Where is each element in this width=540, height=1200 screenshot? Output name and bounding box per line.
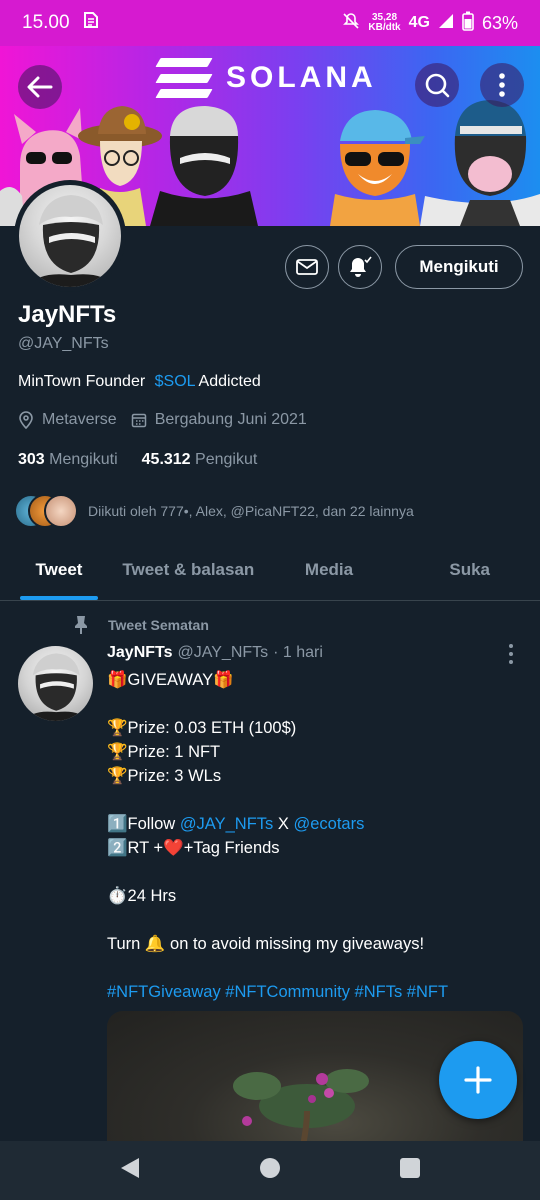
followed-by-text: Diikuti oleh 777•, Alex, @PicaNFT22, dan… [88, 503, 414, 519]
notifications-button[interactable] [338, 245, 382, 289]
tweet-text: 1️⃣Follow [107, 815, 180, 833]
profile-name: JayNFTs [18, 301, 117, 328]
solana-logo-text: SOLANA [226, 61, 377, 94]
tweet-line: 🏆Prize: 1 NFT [107, 743, 221, 761]
net-speed: 35,28 KB/dtk [368, 13, 400, 33]
tweet-time: · 1 hari [273, 644, 323, 661]
tweet-line: 1️⃣Follow @JAY_NFTs X @ecotars [107, 812, 517, 836]
joined-text: Bergabung Juni 2021 [154, 411, 307, 428]
bio-text-suffix: Addicted [194, 373, 261, 390]
tweet-line: 🏆Prize: 3 WLs [107, 767, 222, 785]
follower-avatar [44, 494, 78, 528]
tweet-body: 🎁GIVEAWAY🎁 🏆Prize: 0.03 ETH (100$) 🏆Priz… [107, 668, 517, 1004]
plus-icon [464, 1066, 492, 1094]
tweet-text: X [273, 815, 294, 833]
network-type: 4G [408, 14, 430, 31]
following-label: Mengikuti [49, 451, 118, 468]
battery-icon [462, 11, 474, 36]
profile-avatar[interactable] [14, 180, 126, 292]
nav-recents-button[interactable] [399, 1157, 421, 1184]
profile-location: Metaverse [18, 411, 117, 429]
profile-joined: Bergabung Juni 2021 [131, 411, 307, 429]
tweet-line: 2️⃣RT +❤️+Tag Friends [107, 839, 280, 857]
solana-logo: SOLANA [155, 58, 377, 98]
profile-handle: @JAY_NFTs [18, 335, 109, 352]
mute-icon [342, 12, 360, 35]
tweet-line: Turn 🔔 on to avoid missing my giveaways! [107, 935, 425, 953]
system-nav-bar [0, 1141, 540, 1200]
calendar-icon [131, 413, 146, 428]
triangle-back-icon [121, 1158, 139, 1178]
back-button[interactable] [18, 65, 62, 109]
mention-link[interactable]: @JAY_NFTs [180, 815, 273, 833]
pinned-text: Tweet Sematan [108, 617, 209, 633]
following-button[interactable]: Mengikuti [395, 245, 523, 289]
profile-bio: MinTown Founder $SOL Addicted [18, 373, 261, 391]
followed-by-avatars [14, 494, 80, 528]
pinned-tweet-label: Tweet Sematan [72, 615, 209, 635]
profile-meta: Metaverse Bergabung Juni 2021 [18, 411, 313, 429]
profile-tabs: Tweet Tweet & balasan Media Suka [0, 540, 540, 601]
bell-check-icon [350, 256, 372, 277]
compose-tweet-button[interactable] [439, 1041, 517, 1119]
tweet-line: ⏱️24 Hrs [107, 887, 177, 905]
tab-media[interactable]: Media [259, 540, 400, 600]
status-time: 15.00 [22, 12, 70, 33]
search-icon [425, 73, 450, 98]
bio-cashtag-link[interactable]: $SOL [150, 373, 195, 390]
nav-back-button[interactable] [119, 1156, 141, 1185]
tweet-author-handle[interactable]: @JAY_NFTs [178, 644, 269, 662]
nav-home-button[interactable] [259, 1157, 281, 1184]
tab-tweet[interactable]: Tweet [0, 540, 118, 600]
arrow-left-icon [27, 76, 53, 98]
avatar-masked-figure-image [23, 653, 89, 721]
followers-label: Pengikut [195, 451, 258, 468]
followed-by[interactable]: Diikuti oleh 777•, Alex, @PicaNFT22, dan… [14, 494, 414, 528]
mail-icon [296, 259, 318, 275]
following-stat[interactable]: 303 Mengikuti [18, 451, 118, 469]
search-button[interactable] [415, 63, 459, 107]
avatar-masked-figure-image [27, 195, 115, 287]
more-options-button[interactable] [480, 63, 524, 107]
circle-home-icon [260, 1158, 280, 1178]
followers-stat[interactable]: 45.312 Pengikut [142, 451, 258, 469]
sim-icon [82, 11, 100, 35]
message-button[interactable] [285, 245, 329, 289]
status-bar: 15.00 35,28 KB/dtk 4G 63% [0, 0, 540, 46]
mention-link[interactable]: @ecotars [293, 815, 364, 833]
net-speed-unit: KB/dtk [368, 22, 401, 33]
vertical-dots-icon [499, 73, 505, 97]
solana-logo-mark [155, 58, 213, 98]
square-recents-icon [400, 1158, 420, 1178]
tab-tweet-replies[interactable]: Tweet & balasan [118, 540, 259, 600]
tweet-line: 🏆Prize: 0.03 ETH (100$) [107, 719, 297, 737]
tab-likes[interactable]: Suka [399, 540, 540, 600]
tweet-author-name[interactable]: JayNFTs [107, 644, 173, 662]
signal-icon [438, 13, 454, 34]
location-text: Metaverse [42, 411, 117, 428]
profile-stats: 303 Mengikuti 45.312 Pengikut [18, 451, 257, 469]
tweet-hashtags[interactable]: #NFTGiveaway #NFTCommunity #NFTs #NFT [107, 980, 517, 1004]
following-count: 303 [18, 451, 45, 468]
location-pin-icon [19, 411, 33, 429]
followers-count: 45.312 [141, 451, 191, 468]
tweet-header: JayNFTs @JAY_NFTs · 1 hari [107, 644, 323, 662]
pin-icon [75, 616, 87, 634]
bio-text: MinTown Founder [18, 373, 150, 390]
battery-percent: 63% [481, 12, 518, 33]
tweet-author-avatar[interactable] [18, 646, 93, 721]
tweet-more-button[interactable] [504, 642, 518, 666]
tweet-line: 🎁GIVEAWAY🎁 [107, 671, 234, 689]
